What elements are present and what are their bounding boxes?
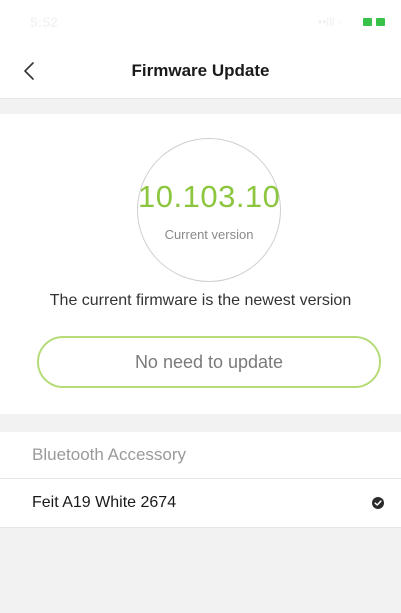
firmware-version: 10.103.10 (138, 179, 281, 214)
status-time: 5:52 (30, 14, 59, 30)
signal-icon: ••lll ◦ (318, 15, 342, 29)
update-status-message: The current firmware is the newest versi… (49, 292, 352, 309)
version-caption: Current version (164, 227, 254, 242)
status-bar: 5:52 ••lll ◦ (0, 0, 401, 44)
bluetooth-accessory-header: Bluetooth Accessory (0, 432, 401, 479)
version-circle: 10.103.10 Current version (137, 138, 281, 282)
check-circle-icon (372, 497, 384, 509)
accessory-row[interactable]: Feit A19 White 2674 (0, 479, 401, 528)
chevron-left-icon (24, 62, 34, 80)
firmware-card: 10.103.10 Current version The current fi… (0, 114, 401, 414)
update-button[interactable]: No need to update (37, 336, 381, 388)
accessory-name: Feit A19 White 2674 (32, 494, 177, 511)
page-title: Firmware Update (131, 61, 270, 80)
nav-bar: Firmware Update (0, 44, 401, 99)
battery-icon (363, 17, 385, 27)
section-header-label: Bluetooth Accessory (32, 445, 187, 464)
back-button[interactable] (14, 56, 44, 86)
